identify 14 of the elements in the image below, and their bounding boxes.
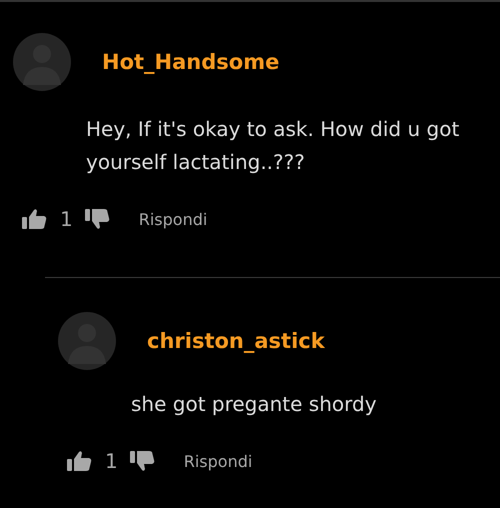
comment-text: she got pregante shordy (130, 391, 378, 418)
like-count: 1 (105, 449, 118, 473)
thumbs-up-icon[interactable] (67, 450, 93, 472)
comment-text: Hey, If it's okay to ask. How did u got yourself lactating..??? (85, 116, 460, 176)
thumbs-down-icon[interactable] (130, 450, 156, 472)
username[interactable]: christon_astick (147, 329, 325, 353)
like-count: 1 (60, 207, 73, 231)
avatar-icon (58, 312, 116, 370)
reply-link[interactable]: Rispondi (138, 210, 208, 228)
thumbs-up-icon[interactable] (22, 208, 48, 230)
reply-link[interactable]: Rispondi (184, 452, 252, 470)
username[interactable]: Hot_Handsome (102, 50, 280, 74)
avatar-icon (13, 33, 71, 91)
thumbs-down-icon[interactable] (84, 208, 111, 230)
